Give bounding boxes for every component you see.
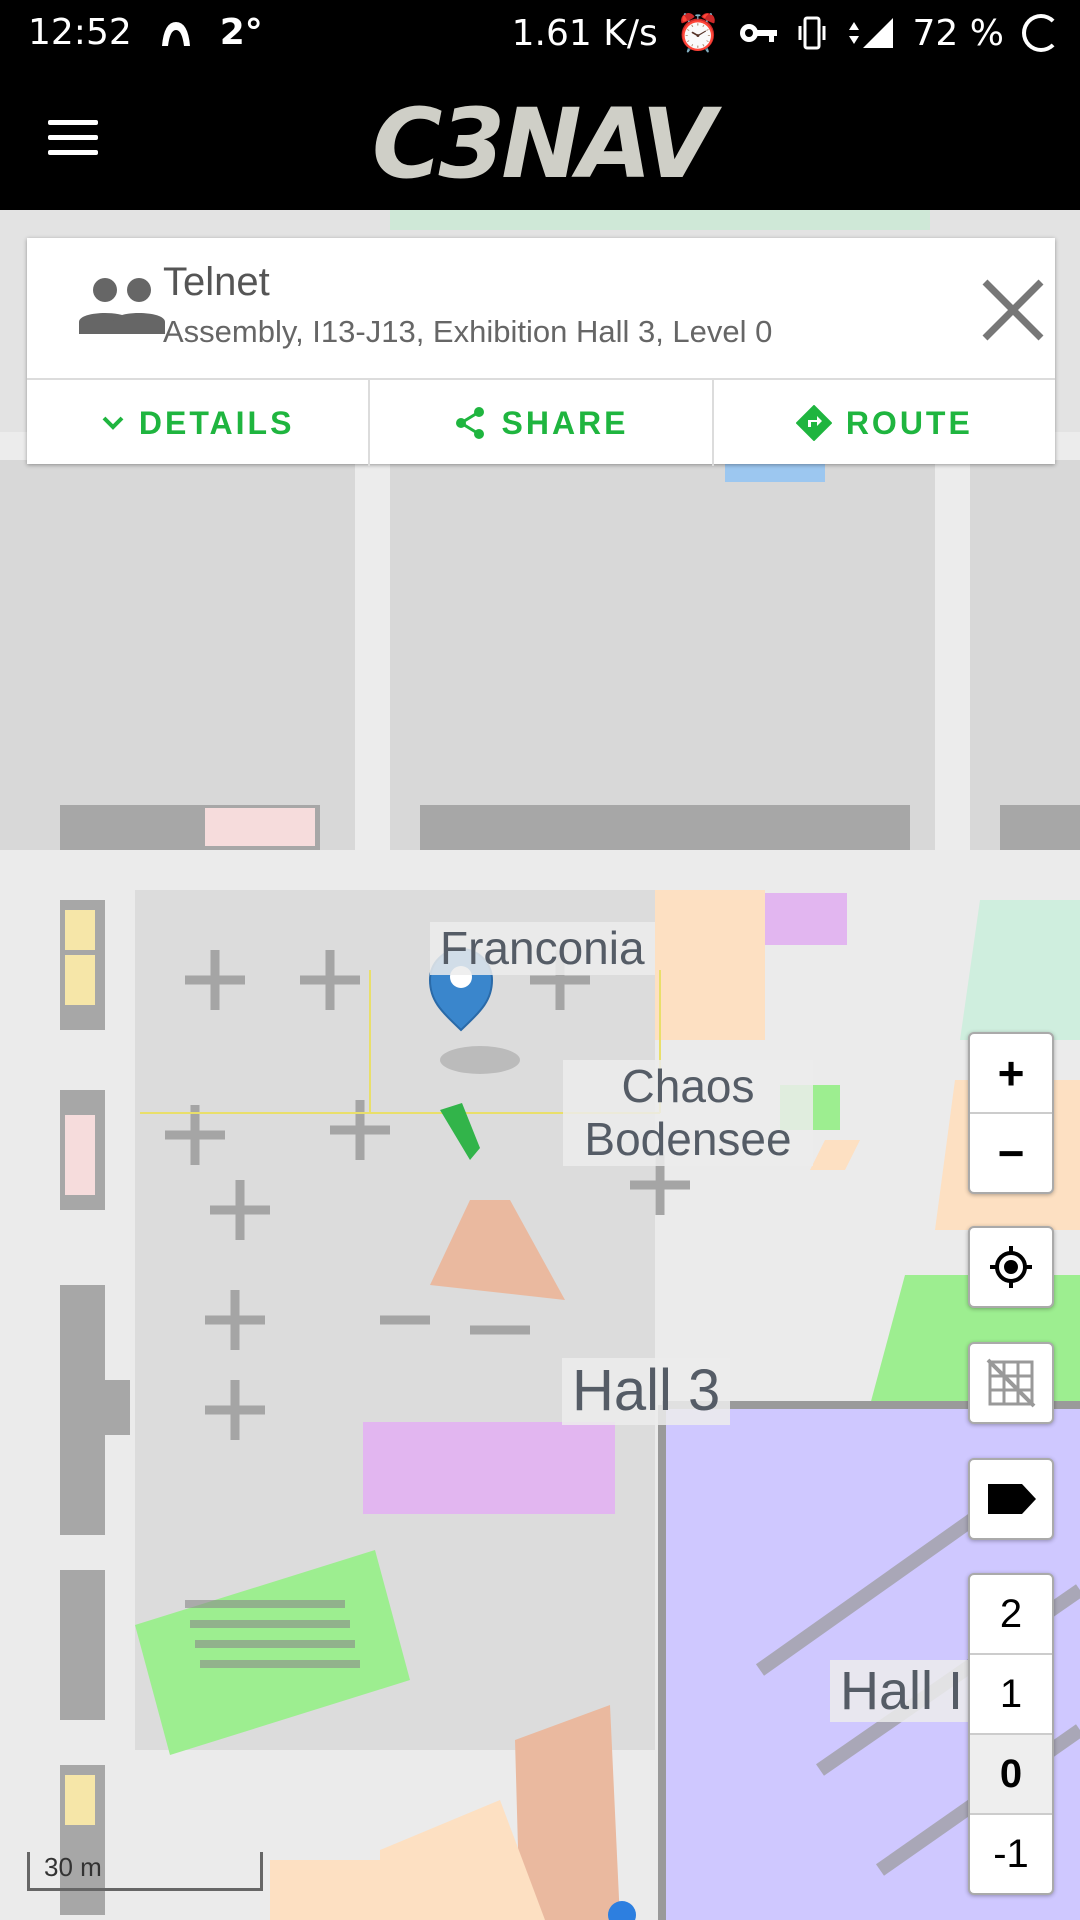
- status-temperature: 2°: [219, 12, 263, 53]
- share-button[interactable]: SHARE: [370, 380, 714, 466]
- signal-icon: [848, 18, 893, 48]
- level-0-button[interactable]: 0: [970, 1735, 1052, 1815]
- map-view[interactable]: Franconia Chaos Bodensee Hall 3 Hall I g: [0, 210, 1080, 1920]
- share-icon: [456, 407, 485, 439]
- group-icon: [79, 278, 165, 334]
- route-label: ROUTE: [845, 404, 973, 441]
- crosshair-icon: [990, 1246, 1032, 1288]
- route-button[interactable]: ROUTE: [714, 380, 1055, 466]
- locate-control: [968, 1226, 1054, 1308]
- location-title: Telnet: [163, 260, 270, 304]
- share-label: SHARE: [501, 404, 629, 441]
- map-label-chaos-bodensee[interactable]: Chaos Bodensee: [563, 1060, 813, 1166]
- grid-off-icon: [986, 1358, 1036, 1408]
- close-icon[interactable]: [977, 274, 1049, 346]
- card-actions: DETAILS SHARE ROUTE: [27, 378, 1055, 466]
- location-card: Telnet Assembly, I13-J13, Exhibition Hal…: [27, 238, 1055, 466]
- app-bar: C3NAV: [0, 64, 1080, 210]
- map-scale-label: 30 m: [44, 1852, 102, 1882]
- alarm-icon: ⏰: [675, 13, 721, 54]
- label-toggle-button[interactable]: [970, 1460, 1052, 1538]
- app-notification-icon: [161, 21, 190, 46]
- map-label-hall-3[interactable]: Hall 3: [562, 1358, 731, 1425]
- location-subtitle: Assembly, I13-J13, Exhibition Hall 3, Le…: [163, 314, 773, 349]
- directions-icon: [795, 405, 832, 441]
- vibrate-icon: [798, 16, 826, 50]
- vpn-key-icon: [739, 24, 777, 42]
- zoom-out-button[interactable]: −: [970, 1114, 1052, 1192]
- battery-ring-icon: [1022, 14, 1060, 52]
- chevron-down-icon: [102, 416, 124, 430]
- details-label: DETAILS: [138, 404, 295, 441]
- locate-button[interactable]: [970, 1228, 1052, 1306]
- level-2-button[interactable]: 2: [970, 1575, 1052, 1655]
- zoom-in-button[interactable]: +: [970, 1034, 1052, 1114]
- battery-level: 72 %: [912, 12, 1004, 54]
- label-icon: [988, 1484, 1036, 1514]
- status-time: 12:52: [28, 12, 132, 53]
- app-logo: C3NAV: [372, 88, 716, 200]
- map-scale: 30 m: [27, 1852, 263, 1891]
- level-1-button[interactable]: 1: [970, 1655, 1052, 1735]
- label-control: [968, 1458, 1054, 1540]
- zoom-controls: + −: [968, 1032, 1054, 1194]
- menu-icon[interactable]: [48, 120, 98, 156]
- details-button[interactable]: DETAILS: [27, 380, 371, 466]
- status-bar: 12:52 2° 1.61 K/s ⏰ 72 %: [0, 0, 1080, 64]
- status-network-speed: 1.61 K/s: [511, 12, 658, 54]
- level-selector: 2 1 0 -1: [968, 1573, 1054, 1895]
- grid-control: [968, 1342, 1054, 1424]
- grid-toggle-button[interactable]: [970, 1344, 1052, 1422]
- map-label-franconia[interactable]: Franconia: [430, 922, 655, 975]
- level-minus-1-button[interactable]: -1: [970, 1815, 1052, 1893]
